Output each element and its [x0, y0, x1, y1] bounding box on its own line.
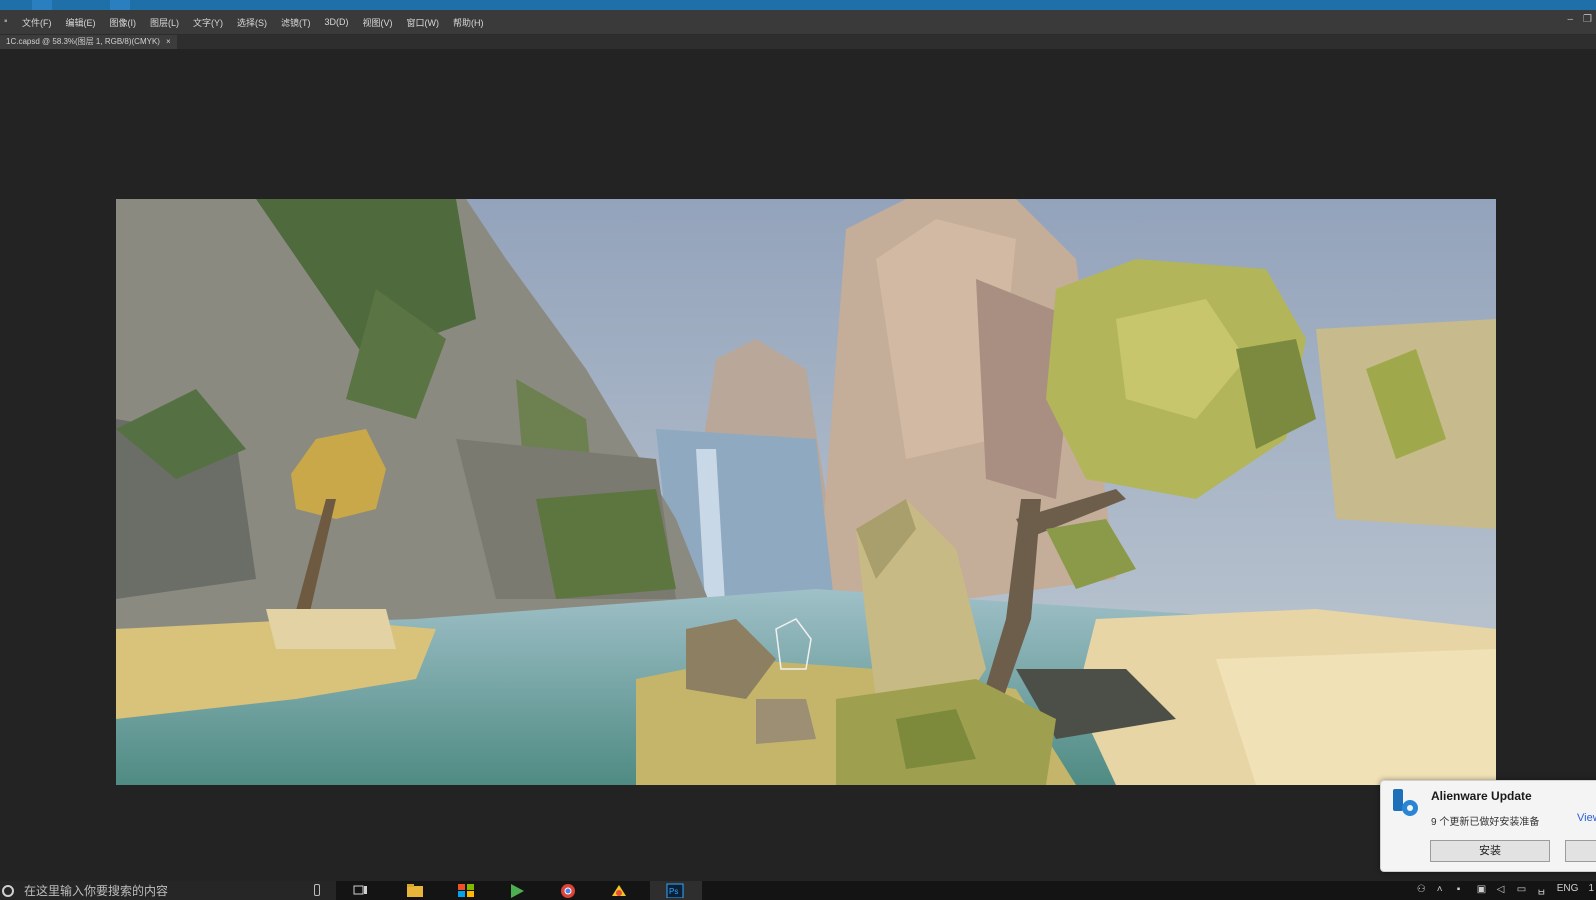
- window-controls: – ❐: [1567, 14, 1592, 25]
- menu-help[interactable]: 帮助(H): [453, 16, 484, 29]
- file-explorer-icon[interactable]: [406, 883, 424, 898]
- menu-window[interactable]: 窗口(W): [407, 16, 440, 29]
- chrome-icon[interactable]: [559, 883, 577, 898]
- menu-filter[interactable]: 滤镜(T): [281, 16, 311, 29]
- search-placeholder: 在这里输入你要搜索的内容: [24, 884, 169, 898]
- media-player-icon[interactable]: [508, 883, 526, 898]
- clock[interactable]: 1: [1588, 883, 1594, 894]
- ime-icon[interactable]: ㅂ: [1537, 884, 1547, 899]
- install-button[interactable]: 安装: [1430, 840, 1550, 862]
- notification-view-link[interactable]: View: [1577, 812, 1596, 824]
- update-tray-icon[interactable]: ▣: [1477, 884, 1487, 895]
- search-icon: [2, 884, 14, 897]
- volume-icon[interactable]: ◁: [1497, 884, 1507, 895]
- menu-3d[interactable]: 3D(D): [325, 17, 349, 27]
- paint-icon[interactable]: [610, 883, 628, 898]
- taskbar-search[interactable]: 在这里输入你要搜索的内容: [0, 881, 336, 900]
- dismiss-button[interactable]: [1565, 840, 1596, 862]
- document-tab-bar: 1C.capsd @ 58.3%(图层 1, RGB/8)(CMYK) ×: [0, 35, 1596, 49]
- system-tray: ⚇ ˄ ▪ ▣ ◁ ▭ ㅂ ENG 1: [1417, 883, 1594, 899]
- microphone-icon[interactable]: [314, 884, 320, 896]
- menu-layer[interactable]: 图层(L): [150, 16, 179, 29]
- close-tab-icon[interactable]: ×: [166, 35, 171, 49]
- title-tab[interactable]: [32, 0, 52, 10]
- tray-app-icon[interactable]: ▪: [1457, 884, 1467, 895]
- chevron-up-icon[interactable]: ˄: [1437, 884, 1447, 895]
- menu-image[interactable]: 图像(I): [110, 16, 137, 29]
- language-indicator[interactable]: ENG: [1557, 883, 1579, 894]
- notification-body: 9 个更新已做好安装准备: [1431, 817, 1540, 828]
- menu-edit[interactable]: 编辑(E): [66, 16, 96, 29]
- task-view-icon[interactable]: [352, 883, 370, 898]
- alienware-update-icon: [1393, 789, 1418, 816]
- document-tab[interactable]: 1C.capsd @ 58.3%(图层 1, RGB/8)(CMYK) ×: [0, 35, 177, 49]
- photoshop-taskbar-item[interactable]: Ps: [650, 881, 702, 900]
- minimize-button[interactable]: –: [1567, 14, 1573, 25]
- landscape-artwork: [116, 199, 1496, 785]
- menu-bar: ▪ 文件(F) 编辑(E) 图像(I) 图层(L) 文字(Y) 选择(S) 滤镜…: [0, 10, 1596, 35]
- menu-view[interactable]: 视图(V): [363, 16, 393, 29]
- canvas-image[interactable]: [116, 199, 1496, 785]
- store-icon[interactable]: [457, 883, 475, 898]
- canvas-workspace[interactable]: [0, 49, 1596, 881]
- people-icon[interactable]: ⚇: [1417, 884, 1427, 895]
- menu-select[interactable]: 选择(S): [237, 16, 267, 29]
- restore-button[interactable]: ❐: [1583, 14, 1592, 25]
- menu-file[interactable]: 文件(F): [22, 16, 52, 29]
- title-bar: [0, 0, 1596, 10]
- document-tab-label: 1C.capsd @ 58.3%(图层 1, RGB/8)(CMYK): [6, 37, 160, 46]
- photoshop-icon: Ps: [666, 883, 684, 898]
- network-icon[interactable]: ▭: [1517, 884, 1527, 895]
- menu-type[interactable]: 文字(Y): [193, 16, 223, 29]
- svg-text:Ps: Ps: [669, 887, 678, 896]
- app-menu-icon[interactable]: ▪: [4, 16, 14, 28]
- notification-toast[interactable]: Alienware Update 9 个更新已做好安装准备 View 安装: [1380, 780, 1596, 872]
- title-tab[interactable]: [110, 0, 130, 10]
- taskbar: 在这里输入你要搜索的内容 Ps ⚇ ˄ ▪ ▣ ◁ ▭ ㅂ ENG 1: [0, 881, 1596, 900]
- notification-title: Alienware Update: [1431, 789, 1532, 803]
